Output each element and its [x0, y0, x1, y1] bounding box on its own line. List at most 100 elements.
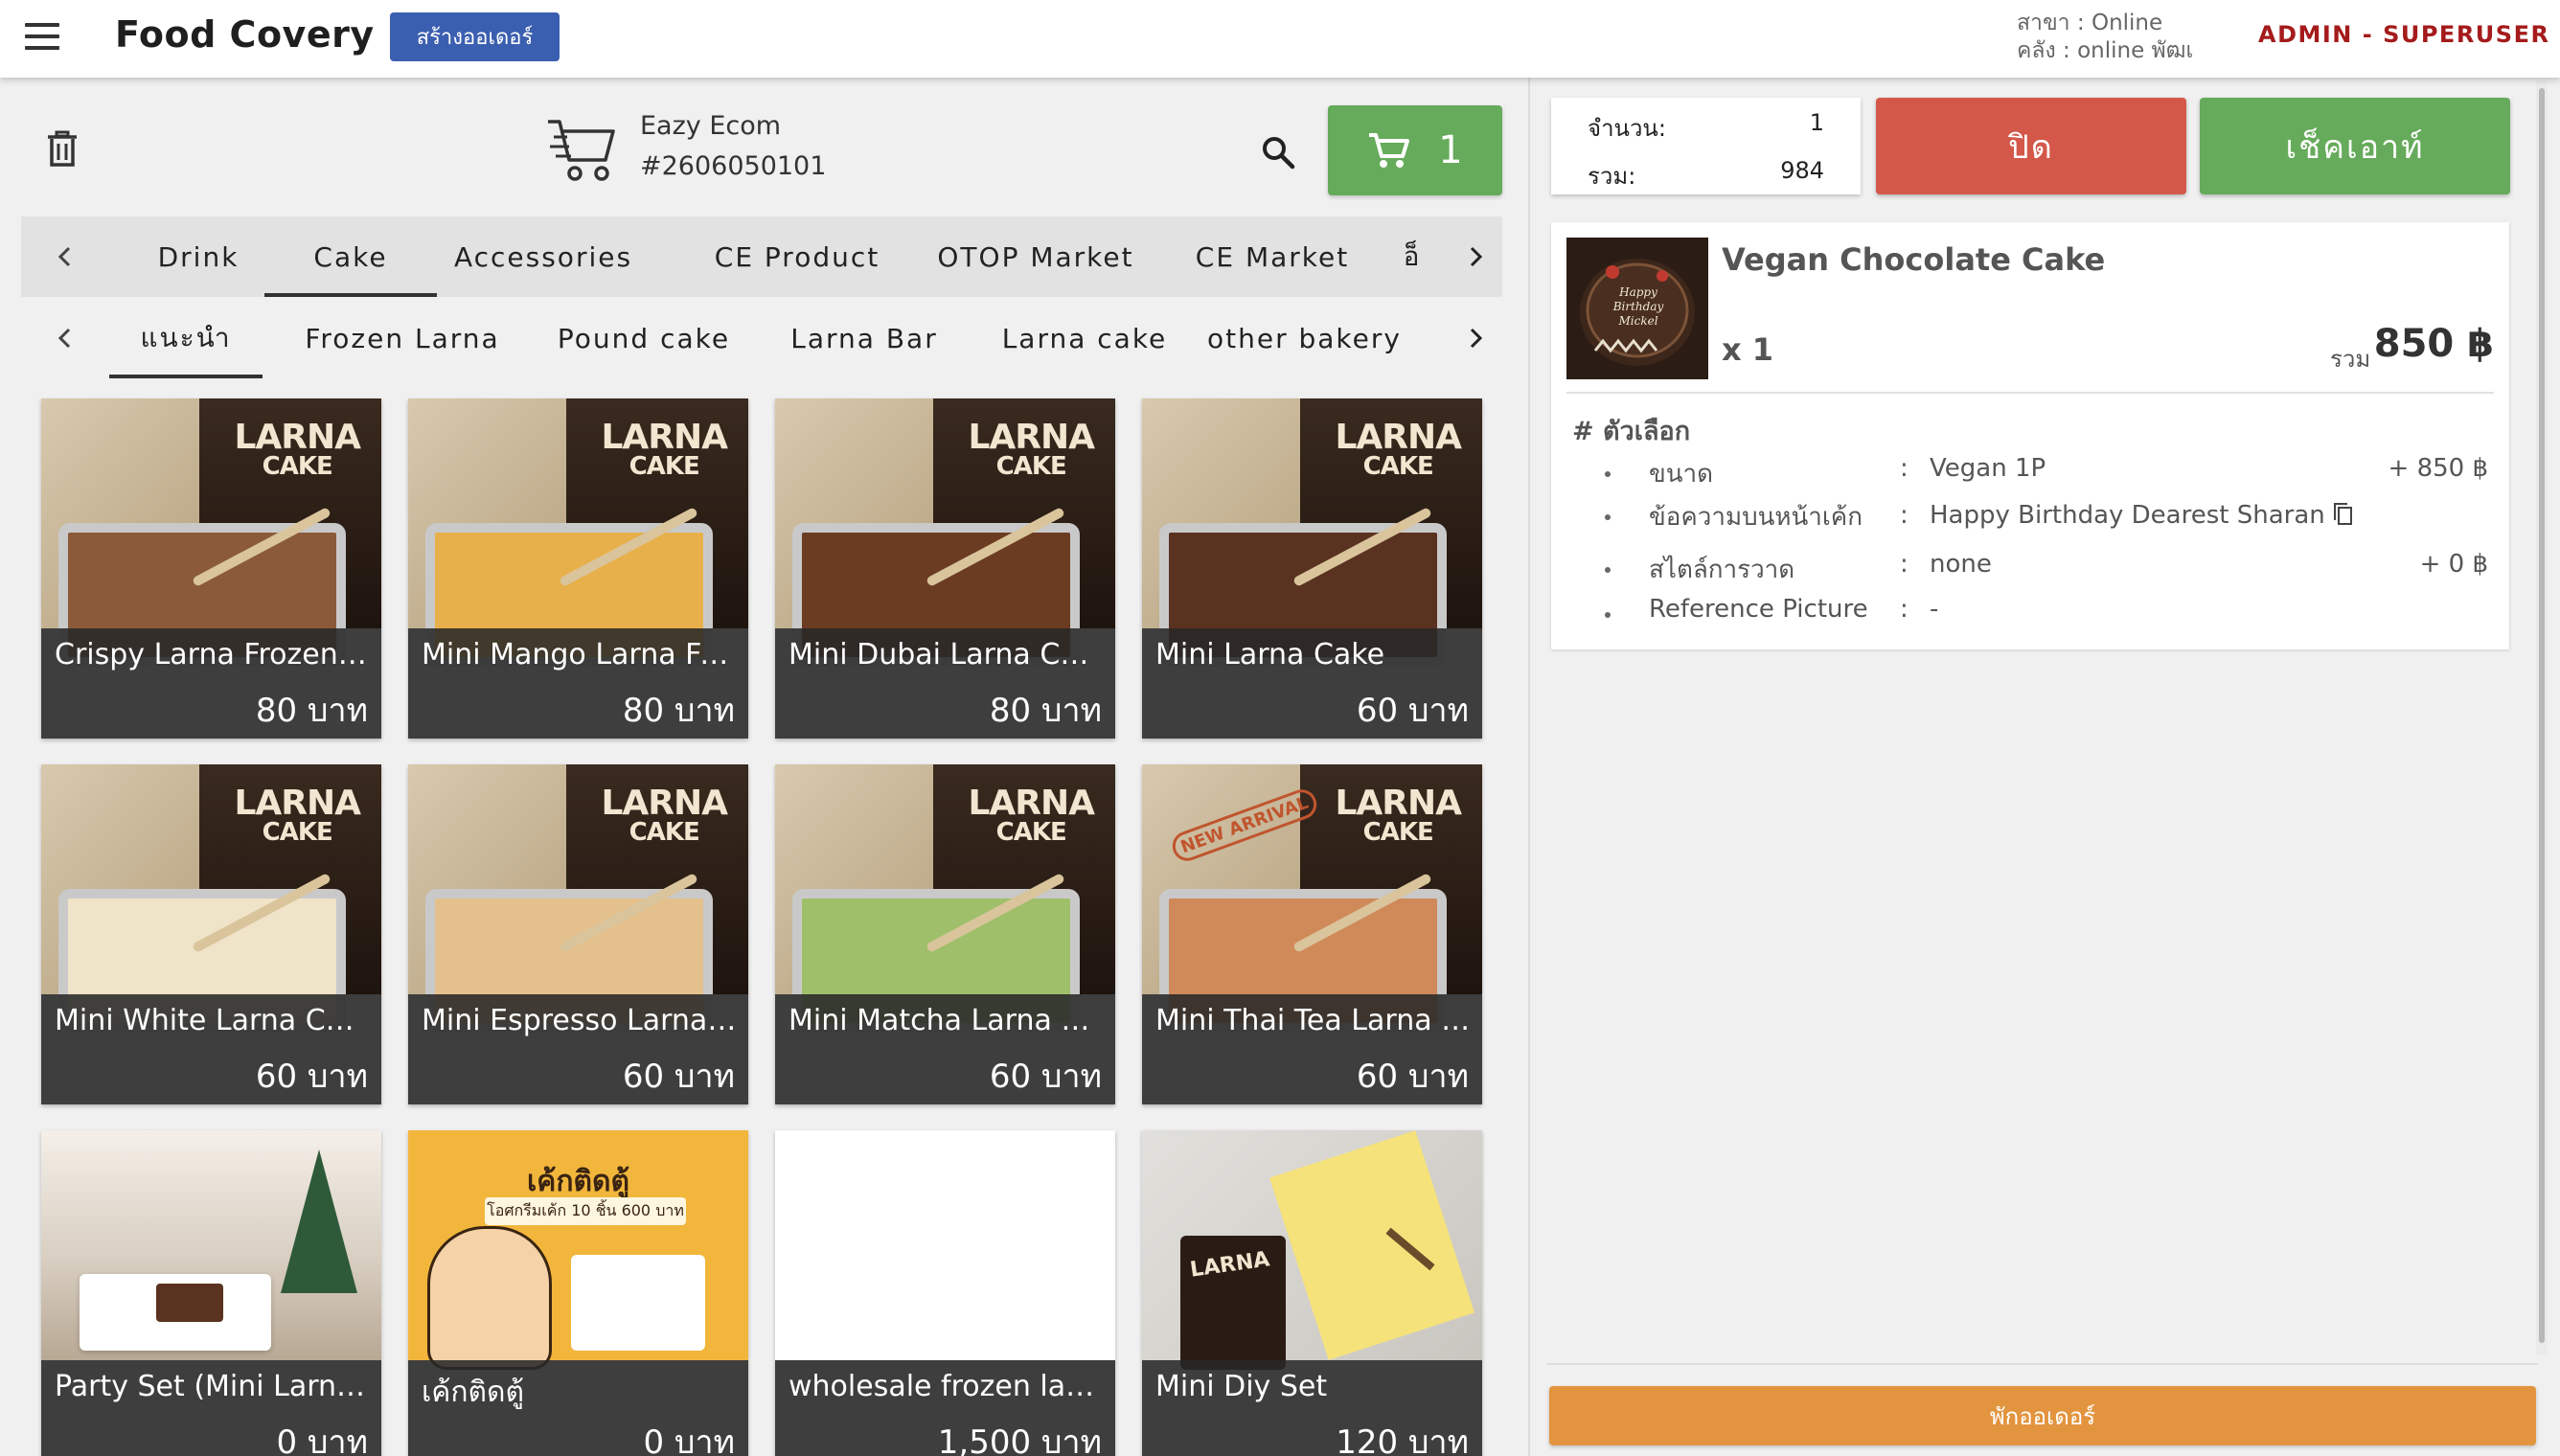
branch-info: สาขา : Online คลัง : online พัฒเ [2017, 10, 2193, 65]
subcategory-scroll-left-icon[interactable] [42, 298, 88, 378]
product-price: 60 บาท [255, 1058, 368, 1096]
category-scroll-left-icon[interactable] [42, 216, 88, 297]
divider [1546, 1363, 2538, 1365]
product-name: Mini Dubai Larna Cak... [789, 638, 1105, 671]
subtab-larna-bar[interactable]: Larna Bar [768, 298, 960, 378]
product-price: 60 บาท [622, 1058, 735, 1096]
product-caption: Mini Mango Larna Fro... 80 บาท [408, 628, 748, 739]
hamburger-menu-icon[interactable] [25, 23, 59, 52]
product-image [775, 1130, 1115, 1360]
subcategory-scroll-right-icon[interactable] [1452, 298, 1498, 378]
product-panel: Eazy Ecom #2606050101 1 Drink Cake Acces… [0, 78, 1528, 1456]
user-role-label[interactable]: ADMIN - SUPERUSER [2258, 21, 2549, 48]
total-label: รวม: [1588, 163, 1636, 190]
product-image: LARNA CAKE [41, 398, 381, 667]
subtab-larna-cake[interactable]: Larna cake [979, 298, 1190, 378]
product-price: 60 บาท [1356, 1058, 1469, 1096]
product-card[interactable]: Party Set (Mini Larna ... 0 บาท [41, 1130, 381, 1456]
tab-otop-market[interactable]: OTOP Market [926, 216, 1146, 297]
product-card[interactable]: LARNA CAKE Mini Larna Cake 60 บาท [1142, 398, 1482, 739]
product-caption: Mini Thai Tea Larna C... 60 บาท [1142, 994, 1482, 1104]
product-caption: Mini Matcha Larna Ca... 60 บาท [775, 994, 1115, 1104]
cart-item-total: 850 ฿ [2373, 322, 2494, 366]
product-caption: Mini Dubai Larna Cak... 80 บาท [775, 628, 1115, 739]
total-value: 984 [1780, 157, 1824, 184]
tab-ce-market[interactable]: CE Market [1167, 216, 1378, 297]
product-name: Mini Thai Tea Larna C... [1155, 1004, 1472, 1037]
product-card[interactable]: LARNA CAKE Crispy Larna Frozen ... 80 บาท [41, 398, 381, 739]
product-image: LARNA CAKE [408, 764, 748, 1033]
subcategory-tabs: แนะนำ Frozen Larna Pound cake Larna Bar … [21, 298, 1502, 378]
trash-icon[interactable] [46, 129, 79, 168]
brand-logo: LARNA CAKE [968, 418, 1095, 482]
brand-logo: LARNA CAKE [968, 784, 1095, 848]
subtab-frozen-larna[interactable]: Frozen Larna [287, 298, 517, 378]
search-icon[interactable] [1261, 135, 1295, 170]
tab-more[interactable]: อ็ [1383, 216, 1441, 297]
product-price: 60 บาท [1356, 692, 1469, 730]
checkout-button[interactable]: เช็คเอาท์ [2200, 98, 2510, 194]
subtab-other-bakery[interactable]: other bakery [1207, 298, 1437, 378]
product-image [41, 1130, 381, 1360]
product-card[interactable]: LARNA CAKE Mini Espresso Larna ... 60 บาท [408, 764, 748, 1104]
option-value: none [1930, 550, 1992, 579]
product-name: Crispy Larna Frozen ... [55, 638, 371, 671]
option-name: สไตล์การวาด [1649, 556, 1795, 584]
hold-order-button[interactable]: พักออเดอร์ [1549, 1386, 2536, 1445]
product-name: Mini Matcha Larna Ca... [789, 1004, 1105, 1037]
copy-icon[interactable] [2332, 501, 2353, 526]
cart-item-name: Vegan Chocolate Cake [1722, 241, 2106, 278]
product-card[interactable]: เค้กติดตู้ โอศกรีมเค้ก 10 ชิ้น 600 บาท เค้… [408, 1130, 748, 1456]
product-price: 1,500 บาท [937, 1423, 1102, 1456]
option-colon: : [1900, 501, 1909, 530]
panel-divider [1528, 78, 1530, 1456]
option-name: ขนาด [1649, 460, 1714, 489]
tab-cake[interactable]: Cake [264, 216, 437, 297]
product-name: Mini Larna Cake [1155, 638, 1385, 671]
product-card[interactable]: wholesale frozen larn... 1,500 บาท [775, 1130, 1115, 1456]
brand-logo: LARNA CAKE [234, 784, 361, 848]
quantity-label: จำนวน: [1588, 115, 1666, 142]
product-image: LARNA CAKE [408, 398, 748, 667]
cart-item-total-label: รวม [2330, 346, 2371, 373]
cart-item-quantity: x 1 [1722, 331, 1774, 368]
cart-item-card[interactable]: Happy Birthday Mickel Vegan Chocolate Ca… [1551, 222, 2509, 649]
option-value: - [1930, 595, 1939, 624]
branch-label: สาขา : Online [2017, 11, 2163, 35]
product-name: Mini Diy Set [1155, 1370, 1328, 1403]
scrollbar[interactable] [2536, 80, 2548, 1354]
order-number: #2606050101 [640, 151, 827, 181]
option-row: สไตล์การวาด : none + 0 ฿ [1551, 550, 2509, 592]
brand-logo: LARNA CAKE [601, 784, 728, 848]
order-summary: จำนวน: 1 รวม: 984 [1551, 98, 1861, 194]
product-image: LARNA CAKE NEW ARRIVAL [1142, 764, 1482, 1033]
product-card[interactable]: LARNA CAKE Mini Dubai Larna Cak... 80 บาท [775, 398, 1115, 739]
category-scroll-right-icon[interactable] [1452, 216, 1498, 297]
subtab-recommended[interactable]: แนะนำ [109, 298, 263, 378]
product-name: Mini Espresso Larna ... [422, 1004, 738, 1037]
create-order-button[interactable]: สร้างออเดอร์ [390, 12, 560, 61]
product-card[interactable]: LARNA CAKE Mini White Larna Cake 60 บาท [41, 764, 381, 1104]
product-image: เค้กติดตู้ โอศกรีมเค้ก 10 ชิ้น 600 บาท [408, 1130, 748, 1370]
product-card[interactable]: LARNA CAKE Mini Mango Larna Fro... 80 บาท [408, 398, 748, 739]
tab-accessories[interactable]: Accessories [443, 216, 644, 297]
close-button[interactable]: ปิด [1876, 98, 2186, 194]
product-caption: เค้กติดตู้ 0 บาท [408, 1360, 748, 1456]
product-card[interactable]: LARNA CAKE Mini Matcha Larna Ca... 60 บาท [775, 764, 1115, 1104]
product-card[interactable]: LARNA Mini Diy Set 120 บาท [1142, 1130, 1482, 1456]
subtab-pound-cake[interactable]: Pound cake [538, 298, 749, 378]
cart-count: 1 [1438, 128, 1463, 172]
option-value: Happy Birthday Dearest Sharan [1930, 501, 2325, 530]
product-price: 80 บาท [989, 692, 1102, 730]
tab-drink[interactable]: Drink [126, 216, 270, 297]
option-colon: : [1900, 454, 1909, 483]
bullet-icon [1605, 514, 1611, 520]
product-card[interactable]: LARNA CAKE NEW ARRIVAL Mini Thai Tea Larna … [1142, 764, 1482, 1104]
option-price: + 0 ฿ [2419, 550, 2488, 579]
cart-button[interactable]: 1 [1328, 105, 1502, 195]
tab-ce-product[interactable]: CE Product [682, 216, 912, 297]
poster-subtitle: โอศกรีมเค้ก 10 ชิ้น 600 บาท [485, 1197, 686, 1225]
bullet-icon [1605, 612, 1611, 618]
product-caption: Mini Espresso Larna ... 60 บาท [408, 994, 748, 1104]
scrollbar-thumb[interactable] [2539, 88, 2545, 1343]
